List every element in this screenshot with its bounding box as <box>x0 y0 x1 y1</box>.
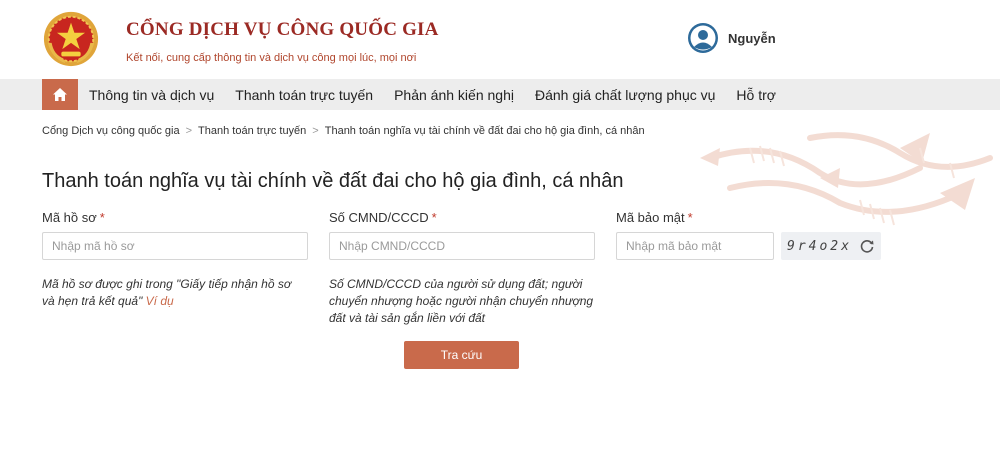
record-code-input[interactable] <box>42 232 308 260</box>
captcha-image: 9r4o2x <box>781 232 881 260</box>
required-mark: * <box>99 210 105 225</box>
home-icon <box>53 88 67 101</box>
nav-items: Thông tin và dịch vụ Thanh toán trực tuy… <box>78 79 786 110</box>
breadcrumb-online-payment[interactable]: Thanh toán trực tuyến <box>198 125 306 137</box>
security-code-label-text: Mã bảo mật <box>616 210 685 225</box>
nav-item-support[interactable]: Hỗ trợ <box>736 87 776 103</box>
site-header: CỔNG DỊCH VỤ CÔNG QUỐC GIA Kết nối, cung… <box>0 0 1000 78</box>
id-card-hint: Số CMND/CCCD của người sử dụng đất; ngườ… <box>329 277 594 325</box>
record-code-hint: Mã hồ sơ được ghi trong "Giấy tiếp nhận … <box>42 276 304 310</box>
home-button[interactable] <box>42 79 78 110</box>
main-navbar: Thông tin và dịch vụ Thanh toán trực tuy… <box>0 79 1000 110</box>
breadcrumb-home[interactable]: Cổng Dịch vụ công quốc gia <box>42 125 180 137</box>
chevron-right-icon: > <box>185 125 193 137</box>
breadcrumb: Cổng Dịch vụ công quốc gia > Thanh toán … <box>42 125 645 137</box>
nav-item-feedback[interactable]: Phản ánh kiến nghị <box>394 87 514 103</box>
id-card-label: Số CMND/CCCD * <box>329 210 437 225</box>
refresh-icon[interactable] <box>859 238 875 254</box>
site-title[interactable]: CỔNG DỊCH VỤ CÔNG QUỐC GIA <box>126 19 439 41</box>
example-link[interactable]: Ví dụ <box>146 294 174 308</box>
user-name[interactable]: Nguyễn <box>728 31 776 46</box>
nav-item-service-rating[interactable]: Đánh giá chất lượng phục vụ <box>535 87 715 103</box>
breadcrumb-current: Thanh toán nghĩa vụ tài chính về đất đai… <box>324 125 645 137</box>
nav-item-online-payment[interactable]: Thanh toán trực tuyến <box>235 87 373 103</box>
required-mark: * <box>431 210 437 225</box>
security-code-label: Mã bảo mật * <box>616 210 693 225</box>
record-code-label-text: Mã hồ sơ <box>42 210 97 225</box>
captcha-text: 9r4o2x <box>787 238 852 254</box>
id-card-input[interactable] <box>329 232 595 260</box>
security-code-input[interactable] <box>616 232 774 260</box>
required-mark: * <box>687 210 693 225</box>
national-emblem-icon[interactable] <box>42 10 100 68</box>
user-menu[interactable]: Nguyễn <box>688 22 776 54</box>
search-button[interactable]: Tra cứu <box>404 341 519 369</box>
user-avatar-icon[interactable] <box>688 23 718 53</box>
site-tagline: Kết nối, cung cấp thông tin và dịch vụ c… <box>126 52 417 64</box>
page-title: Thanh toán nghĩa vụ tài chính về đất đai… <box>42 170 624 192</box>
record-code-label: Mã hồ sơ * <box>42 210 105 225</box>
id-card-label-text: Số CMND/CCCD <box>329 210 429 225</box>
decorative-bird-pattern <box>700 132 993 226</box>
nav-item-info-services[interactable]: Thông tin và dịch vụ <box>89 87 214 103</box>
chevron-right-icon: > <box>312 125 319 137</box>
